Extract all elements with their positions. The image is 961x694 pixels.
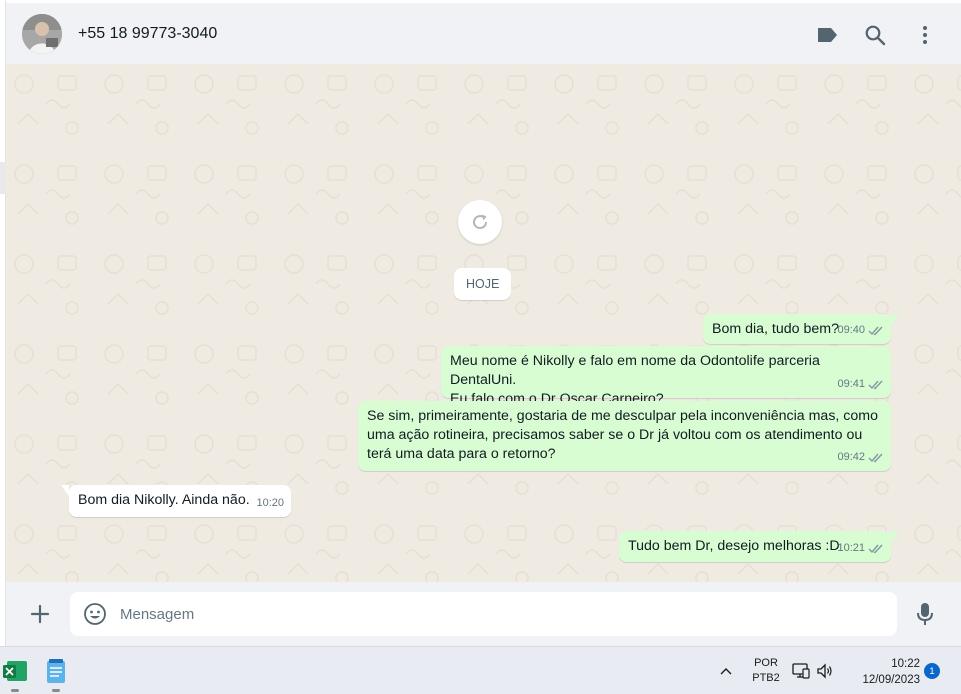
contact-avatar[interactable]	[22, 14, 62, 54]
message-bubble-incoming[interactable]: Bom dia Nikolly. Ainda não. 10:20	[61, 485, 291, 517]
emoji-icon	[84, 603, 106, 625]
double-check-icon	[868, 380, 883, 390]
running-indicator	[11, 689, 19, 692]
message-meta: 09:41	[837, 375, 884, 394]
bubble-tail	[891, 531, 899, 542]
bubble-tail	[61, 485, 69, 496]
running-indicator	[52, 689, 60, 692]
windows-taskbar: POR PTB2 10:22 12/09/2023 1	[0, 646, 961, 694]
voice-message-button[interactable]	[913, 602, 937, 626]
message-area[interactable]: HOJE Bom dia, tudo bem? 09:40 Meu nome é…	[6, 64, 961, 582]
keyboard-layout: PTB2	[752, 672, 780, 684]
notepad-taskbar-button[interactable]	[41, 655, 71, 692]
more-options-icon[interactable]	[913, 23, 937, 47]
message-bubble-outgoing[interactable]: Tudo bem Dr, desejo melhoras :D 10:21	[619, 531, 899, 562]
message-meta: 09:42	[837, 448, 884, 467]
chat-header: +55 18 99773-3040	[6, 0, 961, 64]
system-tray-icons	[792, 661, 838, 681]
message-meta: 09:40	[837, 321, 884, 340]
message-time: 09:40	[837, 324, 865, 336]
double-check-icon	[868, 544, 883, 554]
label-icon[interactable]	[815, 23, 839, 47]
search-icon[interactable]	[863, 23, 887, 47]
message-input-box	[70, 592, 897, 636]
double-check-icon	[868, 326, 883, 336]
date-divider: HOJE	[454, 268, 512, 300]
message-text: Se sim, primeiramente, gostaria de me de…	[367, 408, 878, 462]
network-icon[interactable]	[792, 662, 810, 680]
message-time: 10:21	[837, 542, 865, 554]
message-meta: 10:21	[837, 539, 884, 558]
message-bubble-outgoing[interactable]: Meu nome é Nikolly e falo em nome da Odo…	[441, 346, 891, 407]
refresh-icon	[473, 214, 488, 230]
microphone-icon	[917, 603, 933, 625]
message-bubble-outgoing[interactable]: Bom dia, tudo bem? 09:40	[703, 314, 899, 344]
excel-taskbar-button[interactable]	[0, 655, 30, 692]
message-composer	[6, 582, 961, 646]
volume-icon[interactable]	[816, 662, 834, 680]
whatsapp-window: +55 18 99773-3040 HOJE Bom dia, tudo bem…	[0, 0, 961, 646]
taskbar-clock[interactable]: 10:22 12/09/2023	[846, 656, 920, 688]
message-input[interactable]	[120, 592, 880, 636]
message-bubble-outgoing[interactable]: Se sim, primeiramente, gostaria de me de…	[358, 401, 891, 471]
message-text: Bom dia Nikolly. Ainda não.	[78, 492, 250, 508]
chevron-up-icon	[720, 668, 732, 675]
message-time: 09:41	[837, 378, 865, 390]
notepad-icon	[47, 659, 65, 683]
load-more-button[interactable]	[458, 200, 502, 244]
show-hidden-icons-button[interactable]	[716, 661, 736, 681]
double-check-icon	[868, 453, 883, 463]
clock-time: 10:22	[891, 658, 920, 670]
contact-name[interactable]: +55 18 99773-3040	[78, 25, 217, 43]
message-time: 09:42	[837, 451, 865, 463]
emoji-button[interactable]	[83, 602, 107, 626]
clock-date: 12/09/2023	[862, 674, 920, 686]
input-language-indicator[interactable]: POR PTB2	[748, 656, 784, 686]
plus-icon	[30, 604, 50, 624]
message-time: 10:20	[256, 497, 284, 509]
attach-button[interactable]	[28, 602, 52, 626]
bubble-tail	[891, 314, 899, 325]
notification-count-badge[interactable]: 1	[924, 663, 940, 679]
language-code: POR	[754, 657, 778, 669]
excel-icon	[3, 661, 27, 681]
message-meta: 10:20	[256, 494, 284, 513]
